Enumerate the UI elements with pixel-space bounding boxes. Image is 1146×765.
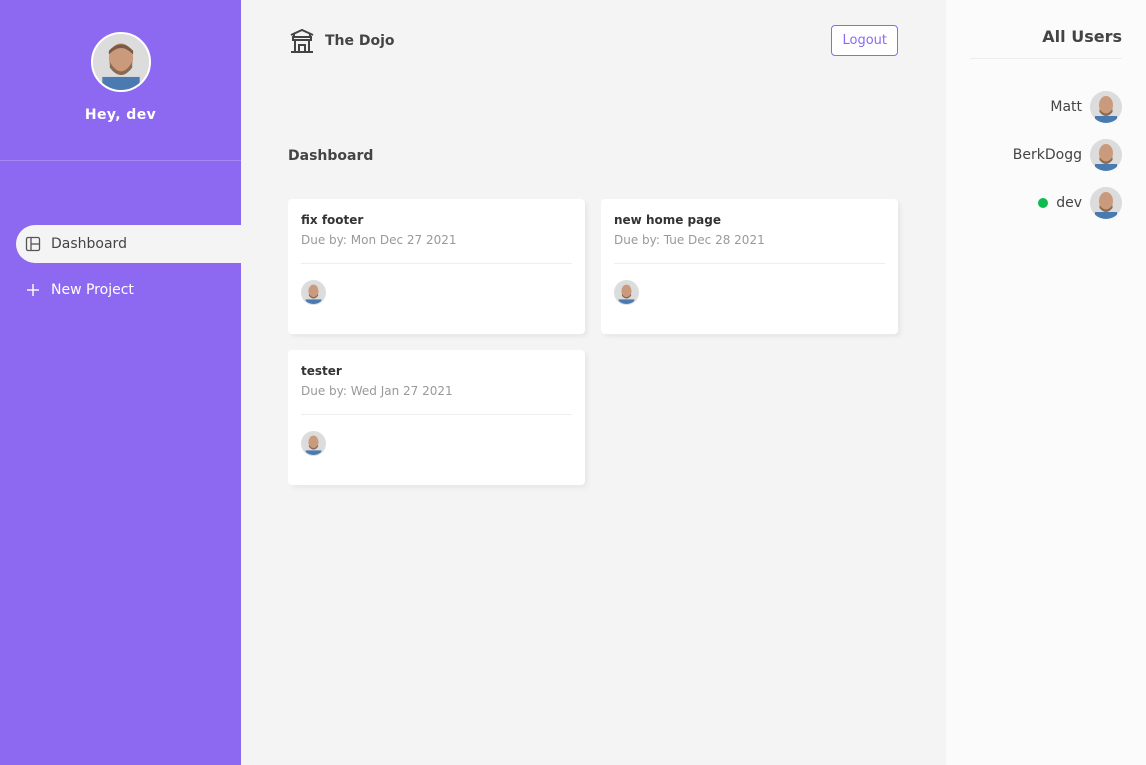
- user-item: BerkDogg: [1013, 139, 1122, 171]
- sidebar-item-new-project[interactable]: New Project: [16, 271, 241, 309]
- project-list: fix footer Due by: Mon Dec 27 2021 new h…: [288, 199, 898, 485]
- avatar: [301, 431, 326, 456]
- project-card[interactable]: fix footer Due by: Mon Dec 27 2021: [288, 199, 585, 334]
- temple-icon: [290, 28, 314, 53]
- divider: [614, 263, 885, 264]
- sidebar-nav: Dashboard New Project: [0, 225, 241, 309]
- avatar: [614, 280, 639, 305]
- divider: [301, 414, 572, 415]
- project-due-date: Due by: Wed Jan 27 2021: [301, 384, 453, 398]
- user-block: Hey, dev: [0, 0, 241, 161]
- sidebar-item-label: New Project: [51, 282, 134, 298]
- avatar: [1090, 91, 1122, 123]
- page-title: Dashboard: [288, 148, 374, 164]
- assigned-users: [301, 431, 572, 456]
- divider: [301, 263, 572, 264]
- project-name: new home page: [614, 213, 721, 227]
- online-status-icon: [1038, 198, 1049, 208]
- assigned-users: [614, 280, 885, 305]
- app-title: The Dojo: [325, 32, 395, 49]
- dashboard-icon: [25, 236, 41, 252]
- sidebar: Hey, dev Dashboard New Project: [0, 0, 241, 765]
- sidebar-item-label: Dashboard: [51, 236, 127, 252]
- project-card[interactable]: new home page Due by: Tue Dec 28 2021: [601, 199, 898, 334]
- project-name: tester: [301, 364, 342, 378]
- user-name: dev: [1056, 195, 1082, 211]
- avatar: [1090, 139, 1122, 171]
- user-name: BerkDogg: [1012, 147, 1082, 163]
- logout-button[interactable]: Logout: [831, 25, 898, 56]
- user-item: Matt: [1050, 91, 1122, 123]
- user-name: Matt: [1050, 99, 1082, 115]
- project-due-date: Due by: Tue Dec 28 2021: [614, 233, 765, 247]
- plus-icon: [25, 282, 41, 298]
- project-card[interactable]: tester Due by: Wed Jan 27 2021: [288, 350, 585, 485]
- assigned-users: [301, 280, 572, 305]
- avatar: [1090, 187, 1122, 219]
- avatar: [90, 32, 151, 92]
- greeting: Hey, dev: [84, 107, 157, 123]
- logo: The Dojo: [288, 27, 395, 55]
- project-name: fix footer: [301, 213, 364, 227]
- main-content: The Dojo Logout Dashboard fix footer Due…: [241, 0, 946, 765]
- avatar: [301, 280, 326, 305]
- users-title: All Users: [1042, 27, 1122, 46]
- divider: [970, 58, 1122, 59]
- navbar: The Dojo Logout: [288, 24, 898, 57]
- project-due-date: Due by: Mon Dec 27 2021: [301, 233, 457, 247]
- user-item: dev: [1038, 187, 1122, 219]
- sidebar-item-dashboard[interactable]: Dashboard: [16, 225, 241, 263]
- users-panel: All Users Matt BerkDogg dev: [946, 0, 1146, 765]
